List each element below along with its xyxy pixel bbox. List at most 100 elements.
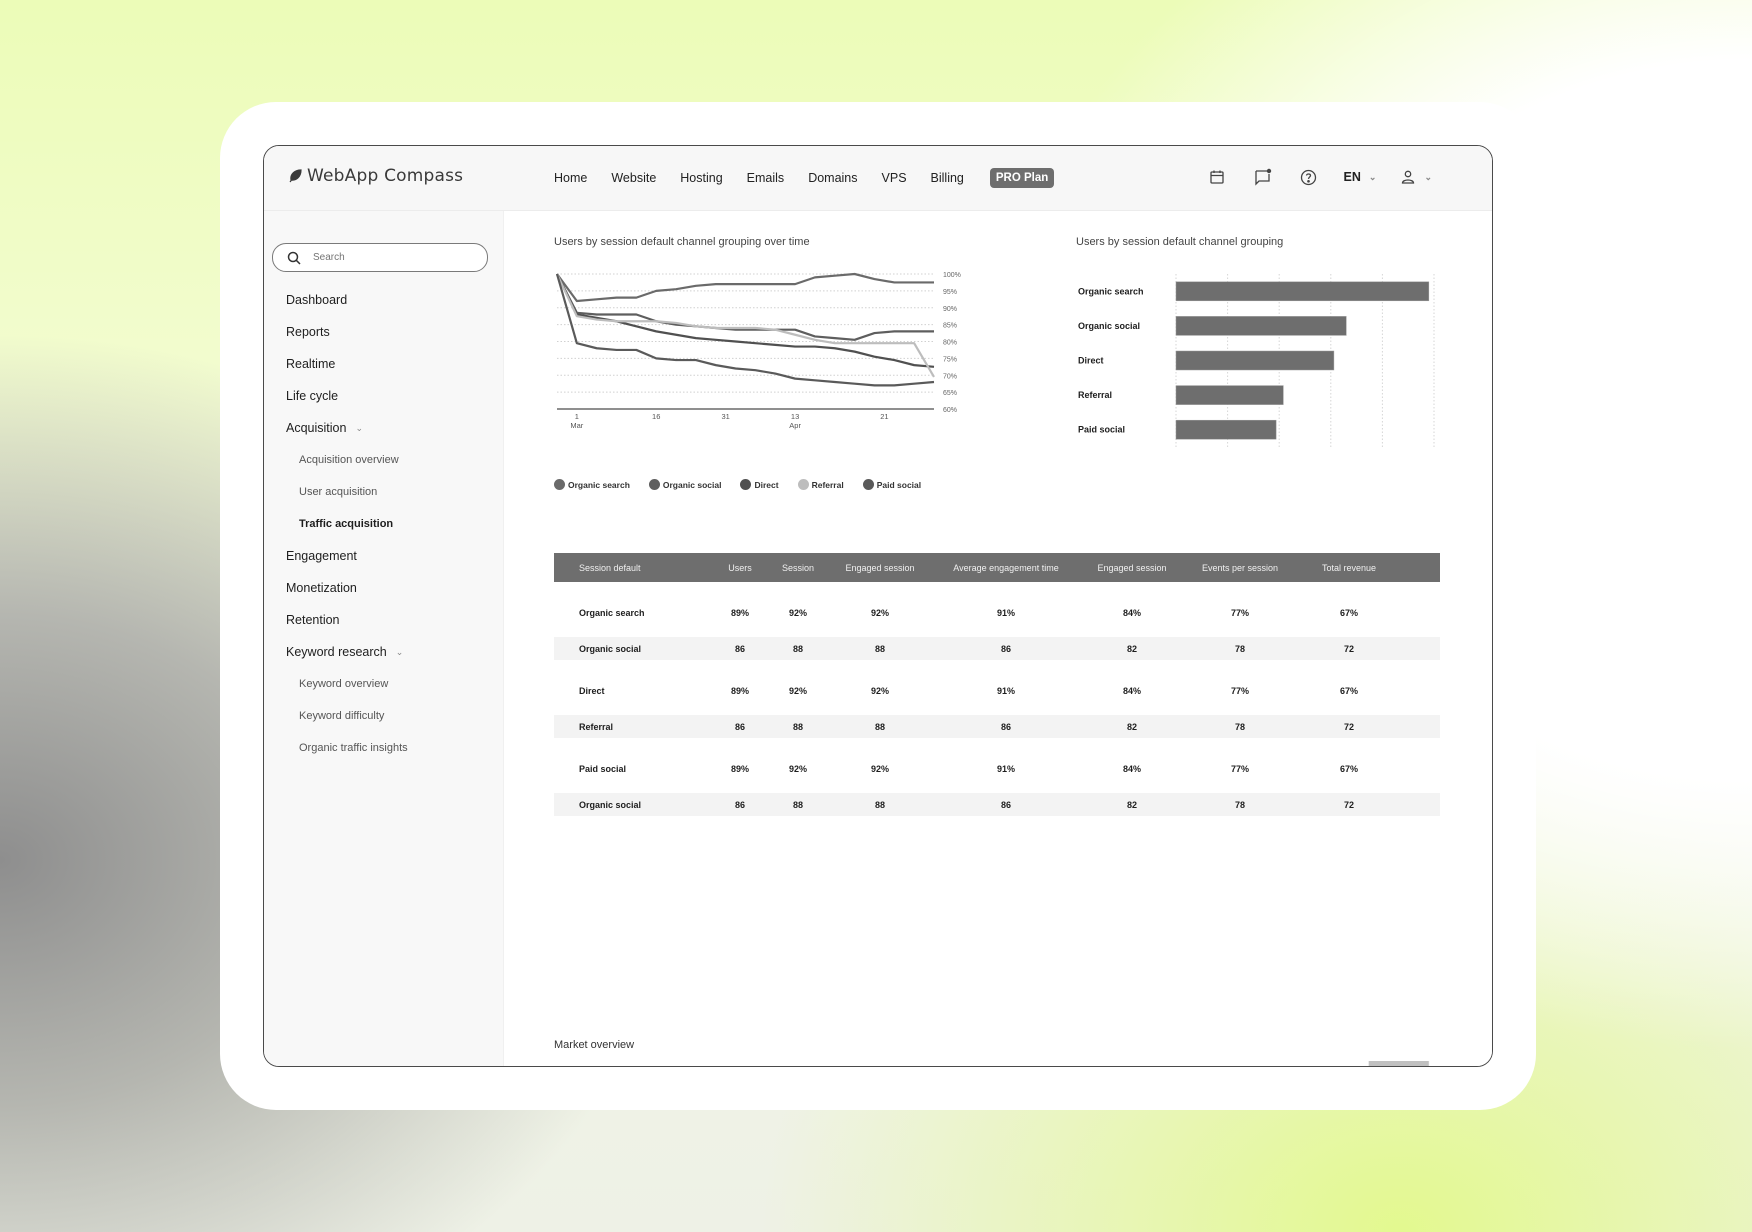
column-header[interactable]: Session <box>766 563 830 573</box>
bar-paid-social[interactable] <box>1175 419 1277 440</box>
bar-referral[interactable] <box>1175 385 1284 405</box>
legend-item[interactable]: Organic social <box>648 479 721 490</box>
table-row[interactable]: Organic social 86 88 88 86 82 78 72 <box>554 637 1440 660</box>
column-header[interactable]: Engaged session <box>1082 563 1182 573</box>
legend-dot-icon <box>648 479 660 490</box>
sidebar-item-life-cycle[interactable]: Life cycle <box>286 380 486 412</box>
series-line-organic-search[interactable] <box>556 272 934 303</box>
sidebar-item-keyword-overview[interactable]: Keyword overview <box>286 668 486 700</box>
sidebar-item-dashboard[interactable]: Dashboard <box>286 284 486 316</box>
chat-notification-icon[interactable] <box>1252 166 1274 188</box>
sidebar-item-retention[interactable]: Retention <box>286 604 486 636</box>
table-row[interactable]: Organic search 89% 92% 92% 91% 84% 77% 67% <box>554 582 1440 637</box>
legend-item[interactable]: Organic search <box>554 479 630 490</box>
sidebar-item-label: Keyword research <box>286 645 387 659</box>
app-window: WebApp Compass Home Website Hosting Emai… <box>263 145 1493 1067</box>
sidebar-item-organic-traffic-insights[interactable]: Organic traffic insights <box>286 732 486 764</box>
chevron-down-icon[interactable]: ⌄ <box>355 412 363 444</box>
table-cell: 84% <box>1122 685 1141 696</box>
table-cell: 67% <box>1339 685 1358 696</box>
table-cell: 77% <box>1230 685 1249 696</box>
table-row[interactable]: Organic social 86 88 88 86 82 78 72 <box>554 793 1440 816</box>
x-tick-label: 500 <box>1221 450 1234 451</box>
sidebar-item-label: Retention <box>286 613 340 627</box>
legend-item[interactable]: Referral <box>797 479 844 490</box>
column-header[interactable]: Engaged session <box>830 563 930 573</box>
table-cell: 78 <box>1234 799 1245 810</box>
legend-item[interactable]: Direct <box>740 479 779 490</box>
nav-home[interactable]: Home <box>554 171 587 185</box>
table-cell: 72 <box>1343 643 1354 654</box>
column-header[interactable]: Total revenue <box>1298 563 1400 573</box>
nav-domains[interactable]: Domains <box>808 171 857 185</box>
row-label: Direct <box>579 685 605 696</box>
table-cell: 86 <box>1000 799 1011 810</box>
sidebar-item-label: Acquisition <box>286 421 347 435</box>
table-cell: 84% <box>1122 607 1141 618</box>
market-overview-chart: 30%20% <box>1293 1061 1430 1067</box>
search-box[interactable] <box>272 243 488 272</box>
sidebar-item-user-acquisition[interactable]: User acquisition <box>286 476 486 508</box>
category-label: Organic search <box>1078 286 1144 296</box>
x-tick-label: 16 <box>652 412 660 421</box>
table-row[interactable]: Direct 89% 92% 92% 91% 84% 77% 67% <box>554 660 1440 715</box>
language-select[interactable]: EN ⌄ <box>1344 170 1377 184</box>
column-header[interactable]: Events per session <box>1182 563 1298 573</box>
series-line-referral[interactable] <box>556 273 935 378</box>
sidebar-item-traffic-acquisition[interactable]: Traffic acquisition <box>286 508 486 540</box>
search-input[interactable] <box>311 251 465 264</box>
chevron-down-icon[interactable]: ⌄ <box>396 636 404 668</box>
bar-direct[interactable] <box>1175 350 1335 371</box>
column-header[interactable]: Users <box>714 563 766 573</box>
market-bar[interactable] <box>1293 1065 1354 1067</box>
sidebar-item-label: Reports <box>286 325 330 339</box>
column-header[interactable]: Average engagement time <box>930 563 1082 573</box>
table-cell: 92% <box>870 685 889 696</box>
sidebar-item-monetization[interactable]: Monetization <box>286 572 486 604</box>
table-cell: 91% <box>996 607 1015 618</box>
sidebar-item-reports[interactable]: Reports <box>286 316 486 348</box>
calendar-icon[interactable] <box>1206 166 1228 188</box>
sidebar-item-label: Keyword difficulty <box>299 710 385 722</box>
pro-plan-button[interactable]: PRO Plan <box>989 168 1055 188</box>
table-cell: 88 <box>874 643 885 654</box>
nav-website[interactable]: Website <box>611 171 656 185</box>
nav-emails[interactable]: Emails <box>747 171 785 185</box>
legend-dot-icon <box>797 479 809 490</box>
legend-item[interactable]: Paid social <box>862 479 921 490</box>
legend-label: Referral <box>811 479 844 490</box>
sidebar-item-realtime[interactable]: Realtime <box>286 348 486 380</box>
nav-vps[interactable]: VPS <box>882 171 907 185</box>
sidebar-item-label: Traffic acquisition <box>299 518 394 530</box>
sidebar-item-keyword-research[interactable]: Keyword research ⌄ <box>286 636 486 668</box>
column-header[interactable]: Session default <box>554 563 714 573</box>
bar-organic-social[interactable] <box>1175 316 1347 336</box>
help-icon[interactable] <box>1298 166 1320 188</box>
sidebar-item-label: Engagement <box>286 549 357 563</box>
x-tick-label: 31 <box>721 412 729 421</box>
sidebar-item-engagement[interactable]: Engagement <box>286 540 486 572</box>
sidebar-item-label: Keyword overview <box>299 678 389 690</box>
x-tick-label: 1 <box>575 412 579 421</box>
bar-organic-search[interactable] <box>1175 281 1430 302</box>
sidebar-item-acquisition[interactable]: Acquisition ⌄ <box>286 412 486 444</box>
x-tick-sublabel: Apr <box>789 421 801 430</box>
market-bar[interactable] <box>1368 1061 1430 1067</box>
x-tick-label: 2,5K <box>1426 450 1441 451</box>
nav-hosting[interactable]: Hosting <box>680 171 722 185</box>
row-label: Organic social <box>579 643 642 654</box>
table-cell: 67% <box>1339 763 1358 774</box>
sidebar-item-keyword-difficulty[interactable]: Keyword difficulty <box>286 700 486 732</box>
user-menu[interactable]: ⌄ <box>1400 169 1432 185</box>
table-row[interactable]: Referral 86 88 88 86 82 78 72 <box>554 715 1440 738</box>
table-row[interactable]: Paid social 89% 92% 92% 91% 84% 77% 67% <box>554 738 1440 793</box>
line-chart-title: Users by session default channel groupin… <box>554 236 810 248</box>
app-logo[interactable]: WebApp Compass <box>288 166 463 186</box>
sidebar-item-label: Dashboard <box>286 293 348 307</box>
nav-billing[interactable]: Billing <box>931 171 964 185</box>
row-label: Referral <box>579 721 614 732</box>
sidebar-item-acquisition-overview[interactable]: Acquisition overview <box>286 444 486 476</box>
table-cell: 88 <box>792 799 803 810</box>
sidebar: Dashboard Reports Realtime Life cycle Acquis… <box>264 211 504 1066</box>
row-label: Organic search <box>579 607 645 618</box>
